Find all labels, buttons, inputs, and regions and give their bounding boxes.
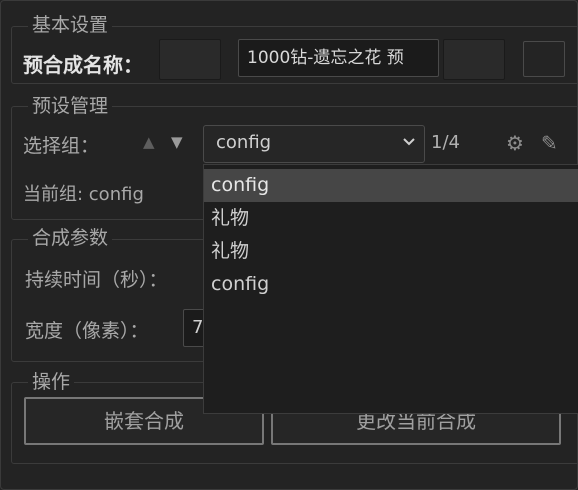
precomp-name-label: 预合成名称： — [23, 53, 143, 77]
duration-label: 持续时间（秒）： — [25, 269, 168, 291]
comp-params-legend: 合成参数 — [28, 227, 113, 249]
precomp-name-input[interactable]: 1000钻-遗忘之花 预 — [238, 39, 439, 77]
select-group-label: 选择组： — [23, 135, 100, 157]
group-select-popup[interactable]: config 礼物 礼物 config — [203, 164, 578, 414]
move-up-icon[interactable]: ▲ — [143, 133, 155, 151]
color-swatch[interactable] — [523, 41, 565, 77]
width-value: 7 — [192, 317, 204, 338]
basic-settings-legend: 基本设置 — [28, 14, 113, 36]
group-option[interactable]: config — [204, 169, 578, 202]
preset-management-legend: 预设管理 — [28, 95, 113, 117]
current-group-text: 当前组: config — [23, 184, 144, 205]
group-select[interactable]: config — [203, 125, 425, 163]
blank-field-1[interactable] — [159, 39, 221, 80]
group-option[interactable]: 礼物 — [204, 235, 578, 268]
gear-icon[interactable]: ⚙ — [506, 131, 524, 155]
group-options-list: config 礼物 礼物 config — [204, 165, 578, 301]
panel: 基本设置 预合成名称： 1000钻-遗忘之花 预 预设管理 选择组： ▲ ▼ c… — [0, 0, 578, 490]
actions-legend: 操作 — [28, 371, 75, 393]
move-down-icon[interactable]: ▼ — [171, 133, 183, 151]
blank-field-2[interactable] — [443, 39, 505, 80]
group-counter: 1/4 — [431, 132, 460, 153]
edit-pencil-icon[interactable]: ✎ — [541, 131, 558, 155]
group-option[interactable]: config — [204, 268, 578, 301]
group-select-value: config — [216, 132, 272, 153]
group-option[interactable]: 礼物 — [204, 202, 578, 235]
width-label: 宽度（像素）： — [25, 320, 149, 342]
